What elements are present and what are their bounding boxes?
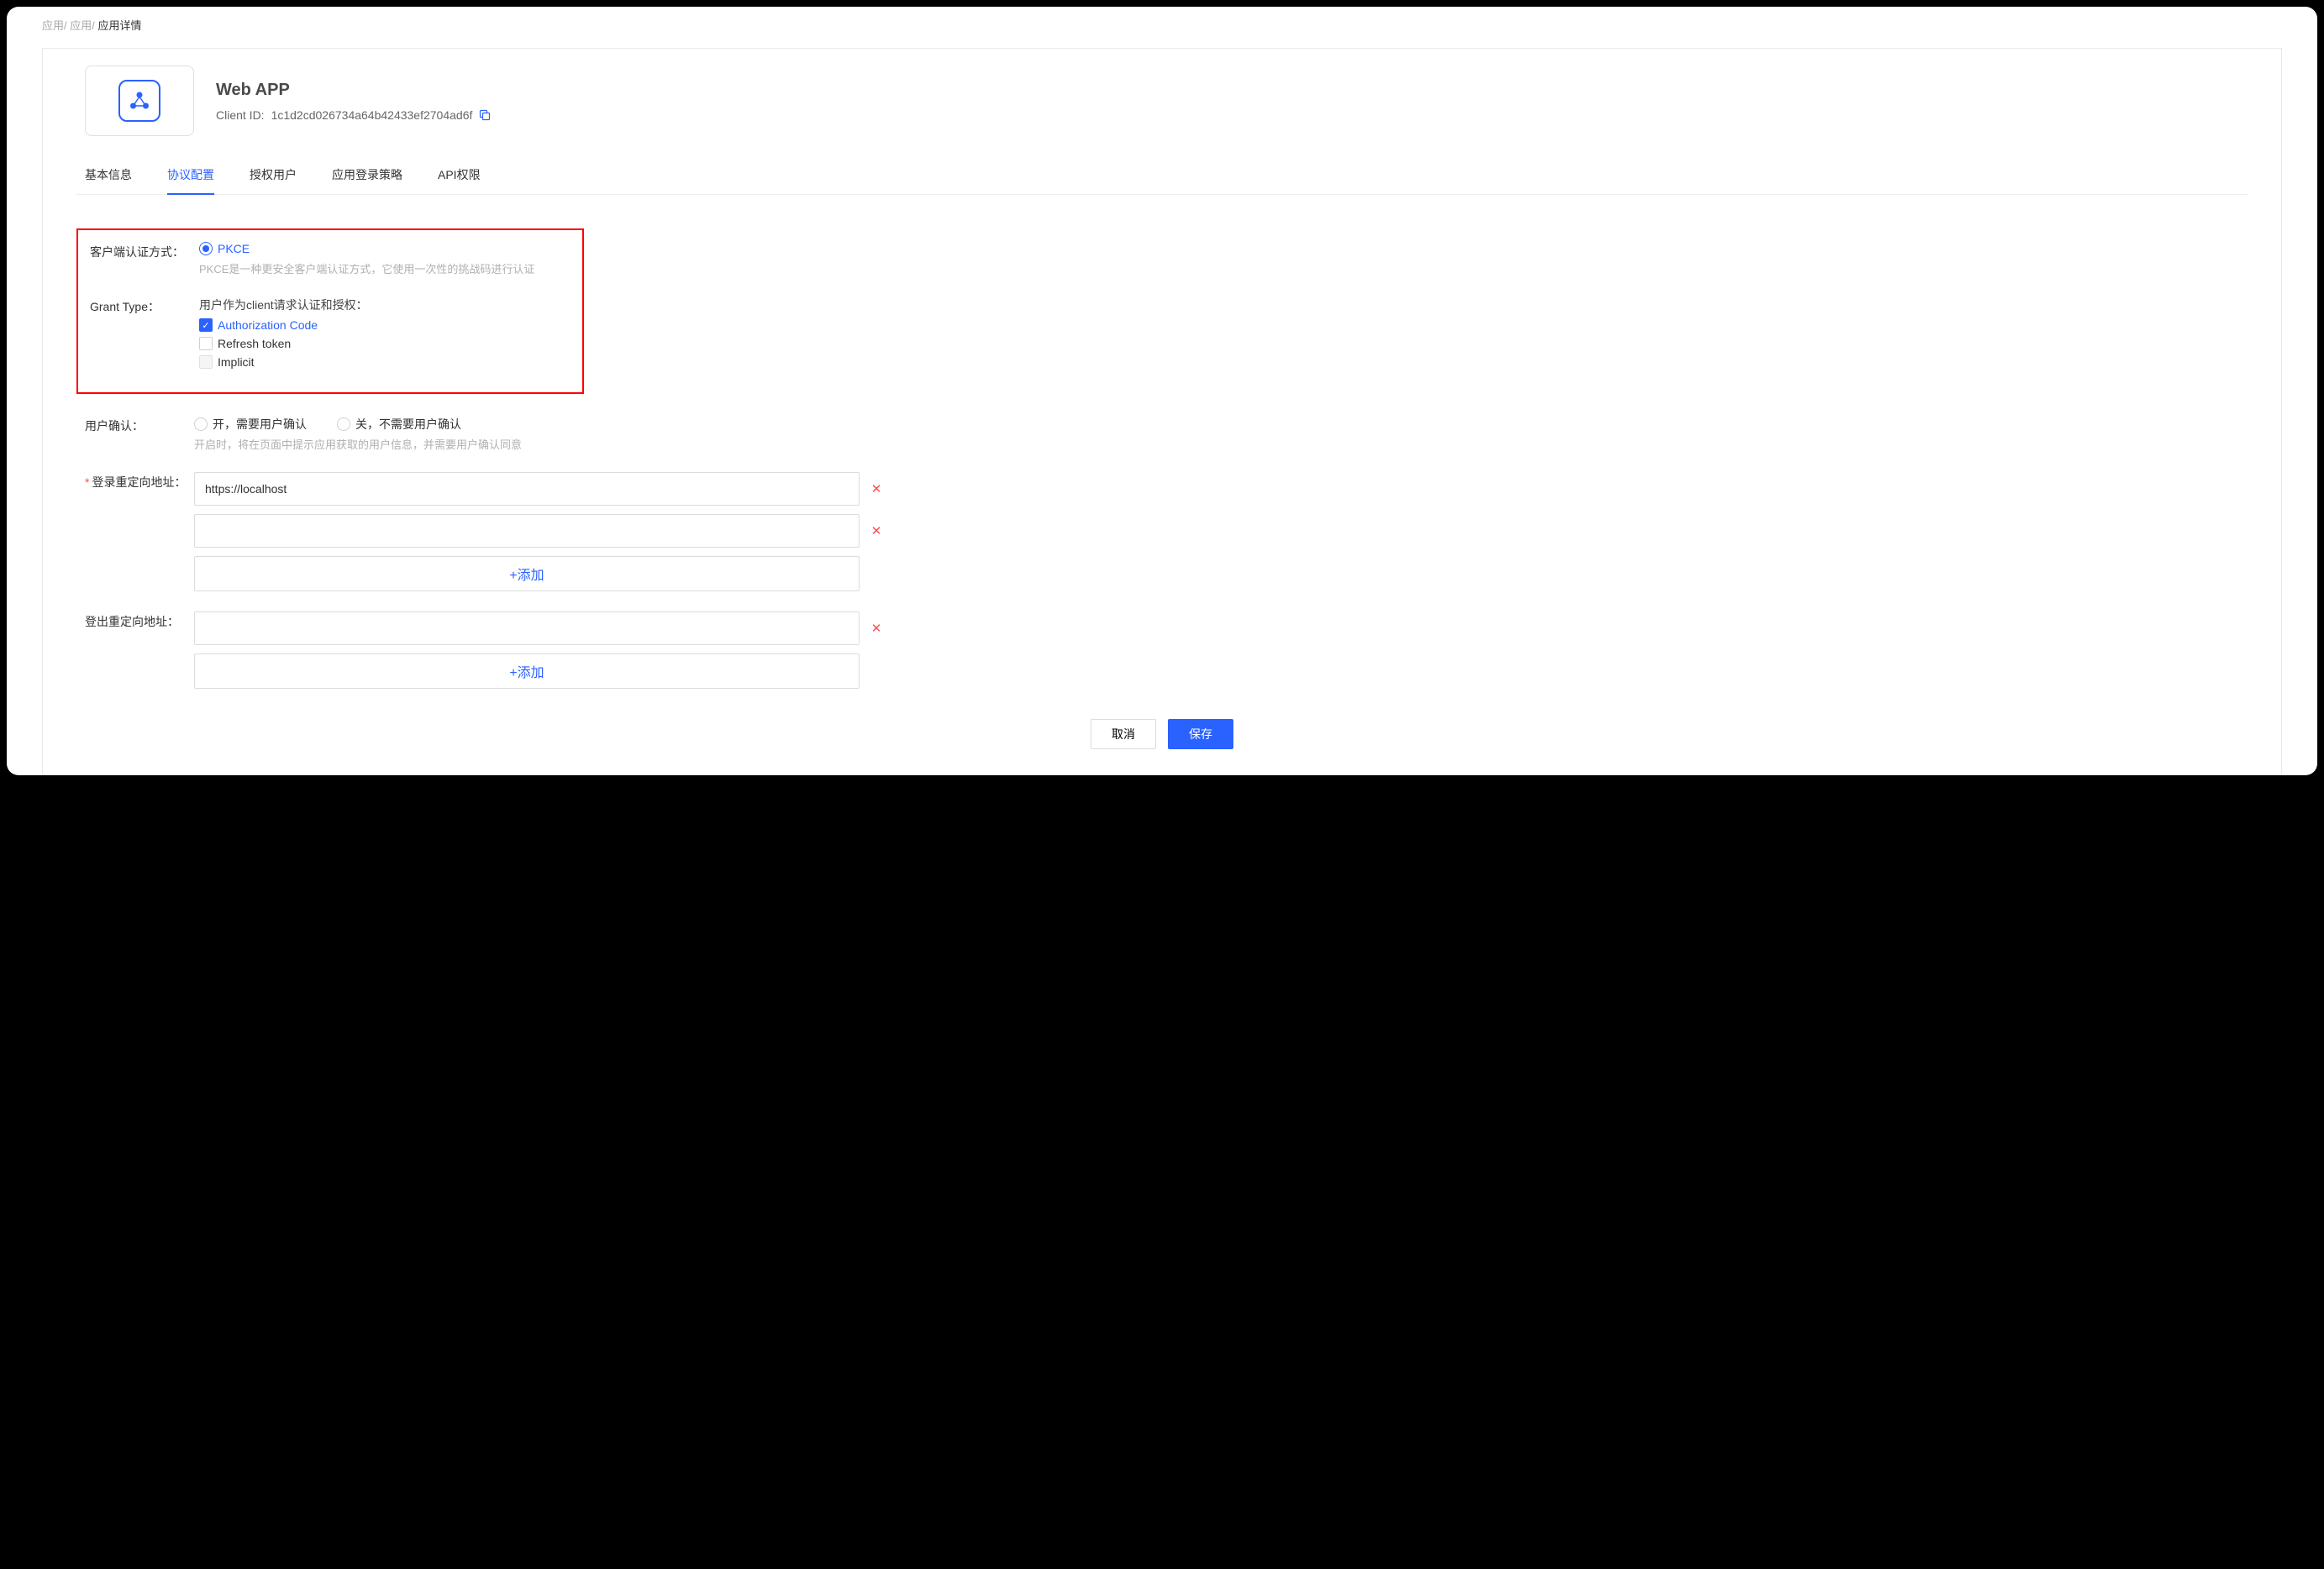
- app-icon: [118, 80, 160, 122]
- confirm-off-label: 关，不需要用户确认: [355, 416, 461, 433]
- confirm-on-radio[interactable]: 开，需要用户确认: [194, 416, 307, 433]
- checkbox-icon: [199, 318, 213, 332]
- app-title: Web APP: [216, 81, 491, 100]
- confirm-hint: 开启时，将在页面中提示应用获取的用户信息，并需要用户确认同意: [194, 436, 2248, 452]
- client-id-value: 1c1d2cd026734a64b42433ef2704ad6f: [271, 108, 473, 122]
- grant-type-label: Grant Type：: [90, 296, 199, 315]
- required-mark: *: [85, 475, 89, 489]
- breadcrumb-detail: 应用详情: [98, 19, 142, 32]
- logout-redirect-input-1[interactable]: [194, 611, 860, 645]
- checkbox-icon: [199, 355, 213, 369]
- copy-icon[interactable]: [479, 109, 491, 121]
- implicit-label: Implicit: [218, 355, 255, 369]
- remove-icon[interactable]: ✕: [870, 621, 883, 636]
- logout-redirect-label: 登出重定向地址：: [85, 611, 194, 630]
- breadcrumb-app2[interactable]: 应用: [70, 19, 92, 32]
- radio-icon: [199, 242, 213, 255]
- tab-authz[interactable]: 授权用户: [250, 160, 297, 194]
- user-confirm-label: 用户确认：: [85, 416, 194, 434]
- highlight-box: 客户端认证方式： PKCE PKCE是一种更安全客户端认证方式，它使用一次性的挑…: [76, 228, 584, 394]
- tab-basic[interactable]: 基本信息: [85, 160, 132, 194]
- implicit-checkbox: Implicit: [199, 355, 582, 369]
- refresh-token-checkbox[interactable]: Refresh token: [199, 337, 582, 350]
- logout-redirect-add-button[interactable]: +添加: [194, 653, 860, 689]
- login-redirect-add-button[interactable]: +添加: [194, 556, 860, 591]
- authz-code-label: Authorization Code: [218, 318, 318, 332]
- confirm-on-label: 开，需要用户确认: [213, 416, 307, 433]
- confirm-off-radio[interactable]: 关，不需要用户确认: [337, 416, 461, 433]
- login-redirect-input-1[interactable]: [194, 472, 860, 506]
- authz-code-checkbox[interactable]: Authorization Code: [199, 318, 582, 332]
- tabs: 基本信息 协议配置 授权用户 应用登录策略 API权限: [76, 160, 2248, 195]
- remove-icon[interactable]: ✕: [870, 481, 883, 496]
- client-auth-label: 客户端认证方式：: [90, 242, 199, 260]
- client-id-label: Client ID:: [216, 108, 265, 122]
- remove-icon[interactable]: ✕: [870, 523, 883, 538]
- refresh-token-label: Refresh token: [218, 337, 291, 350]
- grant-heading: 用户作为client请求认证和授权：: [199, 296, 582, 313]
- radio-icon: [337, 417, 350, 431]
- pkce-label: PKCE: [218, 242, 250, 255]
- app-icon-box: [85, 66, 194, 136]
- save-button[interactable]: 保存: [1168, 719, 1233, 749]
- cancel-button[interactable]: 取消: [1091, 719, 1156, 749]
- login-redirect-input-2[interactable]: [194, 514, 860, 548]
- login-redirect-label: *登录重定向地址：: [85, 472, 194, 491]
- breadcrumb: 应用/ 应用/ 应用详情: [7, 7, 2317, 33]
- tab-api[interactable]: API权限: [438, 160, 481, 194]
- pkce-radio[interactable]: PKCE: [199, 242, 582, 255]
- checkbox-icon: [199, 337, 213, 350]
- tab-protocol[interactable]: 协议配置: [167, 160, 214, 195]
- radio-icon: [194, 417, 208, 431]
- pkce-hint: PKCE是一种更安全客户端认证方式，它使用一次性的挑战码进行认证: [199, 260, 582, 276]
- tab-login[interactable]: 应用登录策略: [332, 160, 402, 194]
- breadcrumb-app1[interactable]: 应用: [42, 19, 64, 32]
